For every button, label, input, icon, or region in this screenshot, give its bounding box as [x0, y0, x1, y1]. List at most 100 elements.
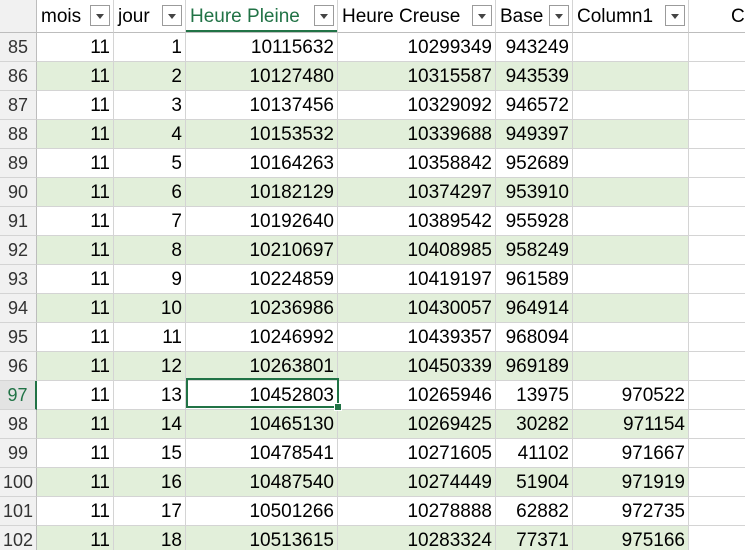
cell-hp[interactable]: 10153532: [186, 120, 338, 149]
cell-empty[interactable]: [689, 207, 745, 236]
cell-mois[interactable]: 11: [37, 410, 114, 439]
cell-empty[interactable]: [689, 120, 745, 149]
cell-col1[interactable]: [573, 207, 689, 236]
cell-base[interactable]: 953910: [496, 178, 573, 207]
cell-hc[interactable]: 10274449: [338, 468, 496, 497]
cell-mois[interactable]: 11: [37, 207, 114, 236]
cell-col1[interactable]: 970522: [573, 381, 689, 410]
cell-hp[interactable]: 10501266: [186, 497, 338, 526]
row-number[interactable]: 101: [0, 497, 37, 526]
cell-jour[interactable]: 7: [114, 207, 186, 236]
header-base[interactable]: Base: [496, 0, 573, 33]
cell-jour[interactable]: 4: [114, 120, 186, 149]
filter-button-jour[interactable]: [162, 5, 182, 26]
cell-col1[interactable]: 975166: [573, 526, 689, 550]
filter-button-mois[interactable]: [90, 5, 110, 26]
cell-mois[interactable]: 11: [37, 265, 114, 294]
cell-jour[interactable]: 17: [114, 497, 186, 526]
row-number[interactable]: 91: [0, 207, 37, 236]
cell-base[interactable]: 969189: [496, 352, 573, 381]
cell-hc[interactable]: 10358842: [338, 149, 496, 178]
cell-jour[interactable]: 5: [114, 149, 186, 178]
cell-empty[interactable]: [689, 468, 745, 497]
header-mois[interactable]: mois: [37, 0, 114, 33]
cell-empty[interactable]: [689, 265, 745, 294]
cell-col1[interactable]: [573, 265, 689, 294]
cell-jour[interactable]: 3: [114, 91, 186, 120]
header-heure-pleine[interactable]: Heure Pleine: [186, 0, 338, 33]
cell-mois[interactable]: 11: [37, 149, 114, 178]
row-number[interactable]: 88: [0, 120, 37, 149]
row-number[interactable]: 92: [0, 236, 37, 265]
cell-hp[interactable]: 10478541: [186, 439, 338, 468]
cell-hp[interactable]: 10164263: [186, 149, 338, 178]
cell-col1[interactable]: [573, 120, 689, 149]
cell-base[interactable]: 51904: [496, 468, 573, 497]
cell-mois[interactable]: 11: [37, 468, 114, 497]
cell-hc[interactable]: 10329092: [338, 91, 496, 120]
cell-hp[interactable]: 10236986: [186, 294, 338, 323]
cell-base[interactable]: 964914: [496, 294, 573, 323]
cell-empty[interactable]: [689, 294, 745, 323]
cell-mois[interactable]: 11: [37, 62, 114, 91]
cell-jour[interactable]: 13: [114, 381, 186, 410]
cell-hp[interactable]: 10263801: [186, 352, 338, 381]
cell-jour[interactable]: 6: [114, 178, 186, 207]
cell-base[interactable]: 955928: [496, 207, 573, 236]
filter-button-heure-creuse[interactable]: [472, 5, 492, 26]
cell-hp[interactable]: 10115632: [186, 33, 338, 62]
cell-base[interactable]: 77371: [496, 526, 573, 550]
cell-col1[interactable]: 971919: [573, 468, 689, 497]
row-number[interactable]: 102: [0, 526, 37, 550]
header-heure-creuse[interactable]: Heure Creuse: [338, 0, 496, 33]
cell-base[interactable]: 961589: [496, 265, 573, 294]
cell-base[interactable]: 62882: [496, 497, 573, 526]
cell-mois[interactable]: 11: [37, 381, 114, 410]
cell-jour[interactable]: 14: [114, 410, 186, 439]
cell-base[interactable]: 952689: [496, 149, 573, 178]
cell-col1[interactable]: 972735: [573, 497, 689, 526]
row-number[interactable]: 100: [0, 468, 37, 497]
cell-mois[interactable]: 11: [37, 526, 114, 550]
cell-hp[interactable]: 10465130: [186, 410, 338, 439]
cell-base[interactable]: 41102: [496, 439, 573, 468]
cell-col1[interactable]: [573, 33, 689, 62]
cell-col1[interactable]: [573, 62, 689, 91]
cell-hc[interactable]: 10389542: [338, 207, 496, 236]
active-cell-outline[interactable]: [186, 378, 339, 408]
cell-empty[interactable]: [689, 91, 745, 120]
cell-jour[interactable]: 8: [114, 236, 186, 265]
cell-hc[interactable]: 10278888: [338, 497, 496, 526]
cell-base[interactable]: 943539: [496, 62, 573, 91]
cell-jour[interactable]: 11: [114, 323, 186, 352]
cell-hp[interactable]: 10246992: [186, 323, 338, 352]
cell-hc[interactable]: 10339688: [338, 120, 496, 149]
fill-handle[interactable]: [334, 403, 342, 411]
cell-hc[interactable]: 10269425: [338, 410, 496, 439]
cell-jour[interactable]: 16: [114, 468, 186, 497]
cell-col1[interactable]: [573, 323, 689, 352]
cell-col1[interactable]: [573, 236, 689, 265]
cell-base[interactable]: 968094: [496, 323, 573, 352]
cell-mois[interactable]: 11: [37, 236, 114, 265]
cell-hc[interactable]: 10430057: [338, 294, 496, 323]
cell-hc[interactable]: 10299349: [338, 33, 496, 62]
cell-empty[interactable]: [689, 526, 745, 550]
cell-jour[interactable]: 2: [114, 62, 186, 91]
cell-mois[interactable]: 11: [37, 439, 114, 468]
cell-empty[interactable]: [689, 439, 745, 468]
row-number[interactable]: 90: [0, 178, 37, 207]
cell-hp[interactable]: 10487540: [186, 468, 338, 497]
cell-empty[interactable]: [689, 323, 745, 352]
cell-col1[interactable]: 971667: [573, 439, 689, 468]
cell-empty[interactable]: [689, 236, 745, 265]
row-number[interactable]: 97: [0, 381, 37, 410]
cell-hc[interactable]: 10408985: [338, 236, 496, 265]
cell-mois[interactable]: 11: [37, 178, 114, 207]
cell-empty[interactable]: [689, 62, 745, 91]
cell-jour[interactable]: 15: [114, 439, 186, 468]
cell-hc[interactable]: 10450339: [338, 352, 496, 381]
cell-hp[interactable]: 10192640: [186, 207, 338, 236]
cell-mois[interactable]: 11: [37, 120, 114, 149]
cell-col1[interactable]: 971154: [573, 410, 689, 439]
